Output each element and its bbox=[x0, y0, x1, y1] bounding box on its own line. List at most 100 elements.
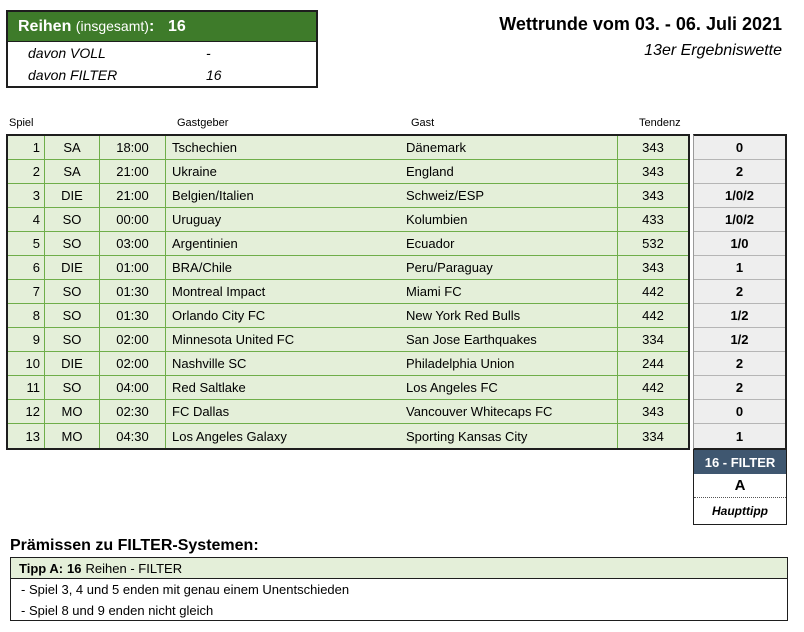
premises-header: Tipp A: 16 Reihen - FILTER bbox=[11, 558, 787, 579]
match-tendenz: 343 bbox=[642, 164, 664, 179]
match-time: 04:00 bbox=[100, 376, 166, 399]
tips-column: 0 2 1/0/2 1/0/2 1/0 1 2 1/2 1/2 2 2 0 1 bbox=[693, 134, 787, 450]
match-tendenz: 343 bbox=[642, 404, 664, 419]
table-row: 8 SO 01:30 Orlando City FC New York Red Bull… bbox=[8, 304, 688, 328]
match-day: SO bbox=[45, 376, 100, 399]
match-guest: Vancouver Whitecaps FC bbox=[400, 400, 618, 423]
match-tip: 1/0 bbox=[694, 232, 785, 256]
match-tendenz: 442 bbox=[642, 284, 664, 299]
match-guest: New York Red Bulls bbox=[400, 304, 618, 327]
matches-table: 1 SA 18:00 Tschechien Dänemark 343 2 SA 21:00 Ukr… bbox=[6, 134, 690, 450]
summary-row-filter: davon FILTER 16 bbox=[8, 64, 316, 86]
table-row: 7 SO 01:30 Montreal Impact Miami FC 442 bbox=[8, 280, 688, 304]
match-time: 01:30 bbox=[100, 280, 166, 303]
table-row: 6 DIE 01:00 BRA/Chile Peru/Paraguay 343 bbox=[8, 256, 688, 280]
match-tendenz: 343 bbox=[642, 140, 664, 155]
match-number: 4 bbox=[8, 208, 45, 231]
match-day: SO bbox=[45, 232, 100, 255]
column-header-spiel: Spiel bbox=[9, 117, 34, 129]
match-tendenz: 433 bbox=[642, 212, 664, 227]
match-tip: 1 bbox=[694, 424, 785, 448]
match-guest: Los Angeles FC bbox=[400, 376, 618, 399]
table-row: 9 SO 02:00 Minnesota United FC San Jose Eart… bbox=[8, 328, 688, 352]
match-host: Belgien/Italien bbox=[172, 188, 254, 203]
match-tendenz: 334 bbox=[642, 428, 664, 444]
match-day: SO bbox=[45, 328, 100, 351]
premises-line: - Spiel 3, 4 und 5 enden mit genau einem… bbox=[21, 582, 350, 597]
match-number: 7 bbox=[8, 280, 45, 303]
match-time: 02:30 bbox=[100, 400, 166, 423]
match-tip: 0 bbox=[694, 400, 785, 424]
premises-title: Prämissen zu FILTER-Systemen: bbox=[10, 537, 259, 554]
filter-box: 16 - FILTER A Haupttipp bbox=[693, 449, 787, 525]
match-time: 01:30 bbox=[100, 304, 166, 327]
match-tip: 1/2 bbox=[694, 304, 785, 328]
match-host: Tschechien bbox=[172, 140, 238, 155]
match-day: MO bbox=[45, 424, 100, 448]
match-number: 8 bbox=[8, 304, 45, 327]
match-host: Ukraine bbox=[172, 164, 217, 179]
summary-box: Reihen (insgesamt): 16 davon VOLL - davo… bbox=[6, 10, 318, 88]
match-tip: 0 bbox=[694, 136, 785, 160]
match-host: Montreal Impact bbox=[172, 284, 266, 299]
summary-row-label: davon FILTER bbox=[28, 67, 118, 83]
match-tip: 2 bbox=[694, 280, 785, 304]
match-day: DIE bbox=[45, 352, 100, 375]
summary-total-label: Reihen (insgesamt): bbox=[8, 18, 168, 36]
match-tendenz: 334 bbox=[642, 332, 664, 347]
match-day: SO bbox=[45, 208, 100, 231]
column-header-host: Gastgeber bbox=[177, 117, 229, 129]
match-guest: Schweiz/ESP bbox=[400, 184, 618, 207]
match-number: 10 bbox=[8, 352, 45, 375]
match-time: 21:00 bbox=[100, 184, 166, 207]
match-number: 6 bbox=[8, 256, 45, 279]
table-row: 1 SA 18:00 Tschechien Dänemark 343 bbox=[8, 136, 688, 160]
summary-row-label: davon VOLL bbox=[28, 45, 106, 61]
match-host: Red Saltlake bbox=[172, 380, 246, 395]
match-day: MO bbox=[45, 400, 100, 423]
match-guest: Ecuador bbox=[400, 232, 618, 255]
match-time: 00:00 bbox=[100, 208, 166, 231]
table-row: 11 SO 04:00 Red Saltlake Los Angeles FC 442 bbox=[8, 376, 688, 400]
match-time: 21:00 bbox=[100, 160, 166, 183]
match-day: DIE bbox=[45, 256, 100, 279]
column-header-guest: Gast bbox=[411, 117, 435, 129]
match-guest: Kolumbien bbox=[400, 208, 618, 231]
match-host: Nashville SC bbox=[172, 356, 247, 371]
match-tip: 2 bbox=[694, 376, 785, 400]
match-time: 01:00 bbox=[100, 256, 166, 279]
match-host: Orlando City FC bbox=[172, 308, 266, 323]
match-guest: San Jose Earthquakes bbox=[400, 328, 618, 351]
match-day: SA bbox=[45, 136, 100, 159]
match-tip: 2 bbox=[694, 160, 785, 184]
match-number: 5 bbox=[8, 232, 45, 255]
column-header-tendenz: Tendenz bbox=[639, 117, 681, 129]
page-subtitle: 13er Ergebniswette bbox=[644, 42, 782, 59]
summary-label-small: (insgesamt) bbox=[75, 17, 149, 34]
premises-tip-label: Tipp A: bbox=[19, 560, 64, 576]
table-row: 3 DIE 21:00 Belgien/Italien Schweiz/ESP 343 bbox=[8, 184, 688, 208]
match-tendenz: 532 bbox=[642, 236, 664, 251]
match-number: 12 bbox=[8, 400, 45, 423]
match-tendenz: 244 bbox=[642, 356, 664, 371]
table-row: 10 DIE 02:00 Nashville SC Philadelphia Union… bbox=[8, 352, 688, 376]
premises-line: - Spiel 8 und 9 enden nicht gleich bbox=[21, 603, 214, 618]
match-guest: Peru/Paraguay bbox=[400, 256, 618, 279]
match-day: SA bbox=[45, 160, 100, 183]
match-guest: Miami FC bbox=[400, 280, 618, 303]
match-tendenz: 442 bbox=[642, 308, 664, 323]
match-tip: 1/2 bbox=[694, 328, 785, 352]
match-time: 18:00 bbox=[100, 136, 166, 159]
match-tendenz: 343 bbox=[642, 188, 664, 203]
table-row: 12 MO 02:30 FC Dallas Vancouver Whitecaps FC… bbox=[8, 400, 688, 424]
match-guest: Sporting Kansas City bbox=[400, 424, 618, 448]
match-tip: 1/0/2 bbox=[694, 184, 785, 208]
match-tendenz: 343 bbox=[642, 260, 664, 275]
match-number: 11 bbox=[8, 376, 45, 399]
filter-label: Haupttipp bbox=[712, 504, 768, 518]
summary-row-value: 16 bbox=[206, 67, 222, 83]
match-day: SO bbox=[45, 280, 100, 303]
match-host: Argentinien bbox=[172, 236, 238, 251]
premises-tip-count: 16 bbox=[67, 560, 82, 576]
match-tip: 2 bbox=[694, 352, 785, 376]
